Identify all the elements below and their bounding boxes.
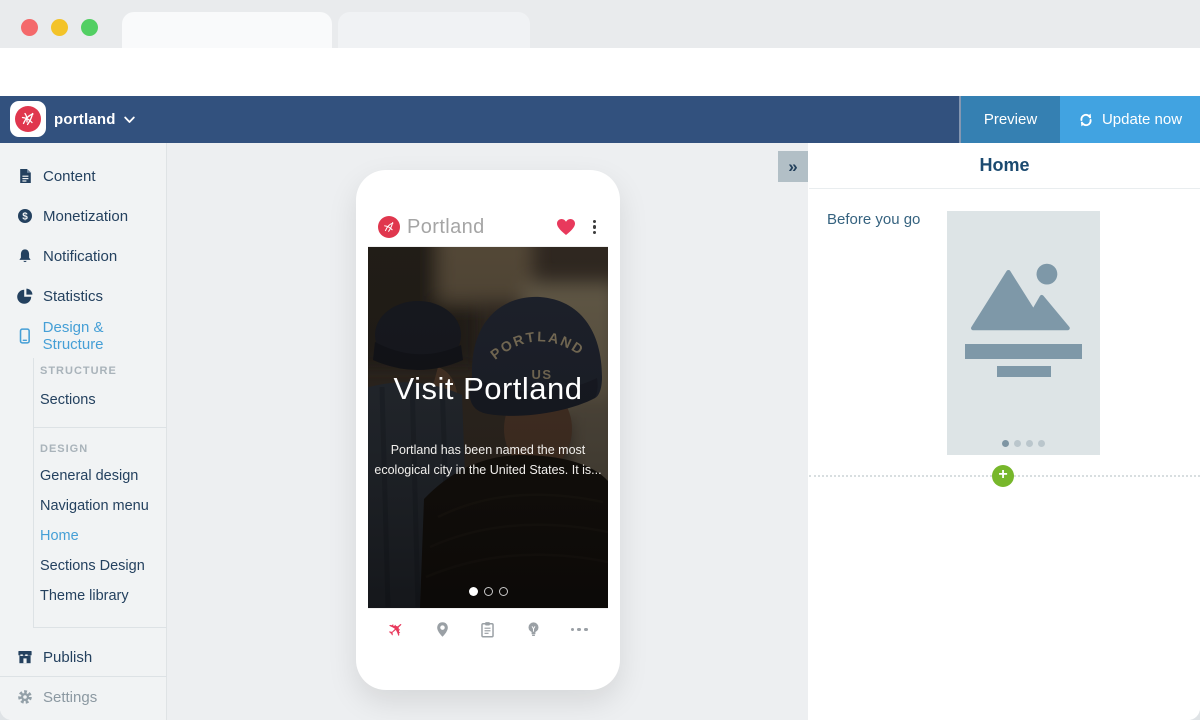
- phone-app-logo: [378, 216, 400, 238]
- sidebar-item-label: Settings: [43, 689, 97, 706]
- sidebar-divider: [33, 427, 167, 428]
- design-section-label: DESIGN: [40, 443, 88, 455]
- phone-app-header: Portland: [368, 208, 608, 247]
- app-logo[interactable]: [10, 101, 46, 137]
- sidebar-item-label: Publish: [43, 649, 92, 666]
- app-switcher[interactable]: portland: [54, 96, 135, 143]
- placeholder-pagination-dots: [947, 440, 1100, 447]
- phone-mockup: Portland: [356, 170, 620, 690]
- app-switcher-name: portland: [54, 111, 116, 128]
- preview-button-label: Preview: [984, 111, 1037, 128]
- browser-tab-inactive[interactable]: [338, 12, 530, 48]
- sidebar-item-design-structure[interactable]: Design & Structure: [0, 316, 166, 356]
- window-controls: [21, 19, 98, 36]
- refresh-icon: [1078, 112, 1094, 128]
- phone-header-title: Portland: [407, 216, 556, 239]
- close-window-button[interactable]: [21, 19, 38, 36]
- structure-section-label: STRUCTURE: [40, 365, 117, 377]
- maximize-window-button[interactable]: [81, 19, 98, 36]
- settings-panel: Home Before you go +: [809, 143, 1200, 720]
- sidebar-item-navigation-menu[interactable]: Navigation menu: [40, 498, 149, 514]
- panel-title: Home: [809, 155, 1200, 176]
- document-icon: [17, 168, 33, 184]
- hero-title: Visit Portland: [368, 371, 608, 407]
- chevron-down-icon: [124, 116, 135, 124]
- gear-icon: [17, 689, 33, 705]
- sidebar-item-sections-design[interactable]: Sections Design: [40, 558, 145, 574]
- clipboard-icon[interactable]: [473, 615, 503, 645]
- lightbulb-icon[interactable]: [519, 615, 549, 645]
- sidebar-item-sections[interactable]: Sections: [40, 392, 96, 408]
- portland-logo-icon: [378, 216, 400, 238]
- more-icon[interactable]: [564, 615, 594, 645]
- panel-divider: [809, 188, 1200, 189]
- app-window: www.myapp.com portland Preview: [0, 0, 1200, 720]
- pie-chart-icon: [17, 288, 33, 304]
- browser-tab-active[interactable]: [122, 12, 332, 48]
- hero-pagination-dots: [368, 587, 608, 596]
- phone-hero-slide[interactable]: PORTLAND US Visit Portland Portlan: [368, 247, 608, 608]
- storefront-icon: [17, 649, 33, 665]
- sidebar-item-theme-library[interactable]: Theme library: [40, 588, 129, 604]
- sidebar-divider: [33, 627, 167, 628]
- svg-text:$: $: [22, 212, 28, 223]
- phone-screen: Portland: [368, 208, 608, 650]
- sidebar-item-label: Notification: [43, 248, 117, 265]
- bell-icon: [17, 248, 33, 264]
- sidebar-item-notification[interactable]: Notification: [0, 236, 166, 276]
- placeholder-subtitle-bar: [997, 366, 1051, 377]
- browser-chrome: [0, 0, 1200, 48]
- image-slideshow-placeholder[interactable]: [947, 211, 1100, 455]
- phone-menu-icon[interactable]: [591, 218, 598, 237]
- panel-collapse-button[interactable]: »: [778, 151, 808, 182]
- sidebar-item-general-design[interactable]: General design: [40, 468, 138, 484]
- sidebar-item-settings[interactable]: Settings: [0, 677, 166, 717]
- update-now-label: Update now: [1102, 111, 1182, 128]
- dollar-icon: $: [17, 208, 33, 224]
- sidebar-item-statistics[interactable]: Statistics: [0, 276, 166, 316]
- sidebar-item-label: Statistics: [43, 288, 103, 305]
- placeholder-title-bar: [965, 344, 1082, 359]
- plane-icon[interactable]: ✈: [382, 615, 412, 645]
- sidebar-item-content[interactable]: Content: [0, 156, 166, 196]
- minimize-window-button[interactable]: [51, 19, 68, 36]
- hero-photo: PORTLAND US: [368, 247, 608, 608]
- sidebar-item-label: Content: [43, 168, 96, 185]
- image-placeholder-icon: [971, 261, 1075, 333]
- hero-description: Portland has been named the most ecologi…: [368, 440, 608, 480]
- sidebar-item-monetization[interactable]: $ Monetization: [0, 196, 166, 236]
- sidebar-item-label: Design & Structure: [43, 319, 166, 353]
- submenu-guide-line: [33, 358, 34, 627]
- hero-description-line1: Portland has been named the most: [391, 443, 586, 457]
- sidebar-item-label: Monetization: [43, 208, 128, 225]
- smartphone-icon: [17, 328, 33, 344]
- widget-label: Before you go: [827, 211, 920, 228]
- portland-logo-icon: [14, 105, 42, 133]
- preview-canvas: Portland: [167, 143, 808, 720]
- sidebar: Content $ Monetization Notification Stat…: [0, 143, 167, 720]
- sidebar-item-publish[interactable]: Publish: [0, 637, 166, 677]
- hero-description-line2: ecological city in the United States. It…: [374, 463, 601, 477]
- add-widget-button[interactable]: +: [992, 465, 1014, 487]
- browser-toolbar: www.myapp.com: [0, 48, 1200, 96]
- update-now-button[interactable]: Update now: [1060, 96, 1200, 143]
- preview-button[interactable]: Preview: [961, 96, 1060, 143]
- sidebar-item-home[interactable]: Home: [40, 528, 79, 544]
- heart-icon[interactable]: [556, 218, 576, 236]
- phone-tabbar: ✈: [368, 608, 608, 650]
- location-pin-icon[interactable]: [427, 615, 457, 645]
